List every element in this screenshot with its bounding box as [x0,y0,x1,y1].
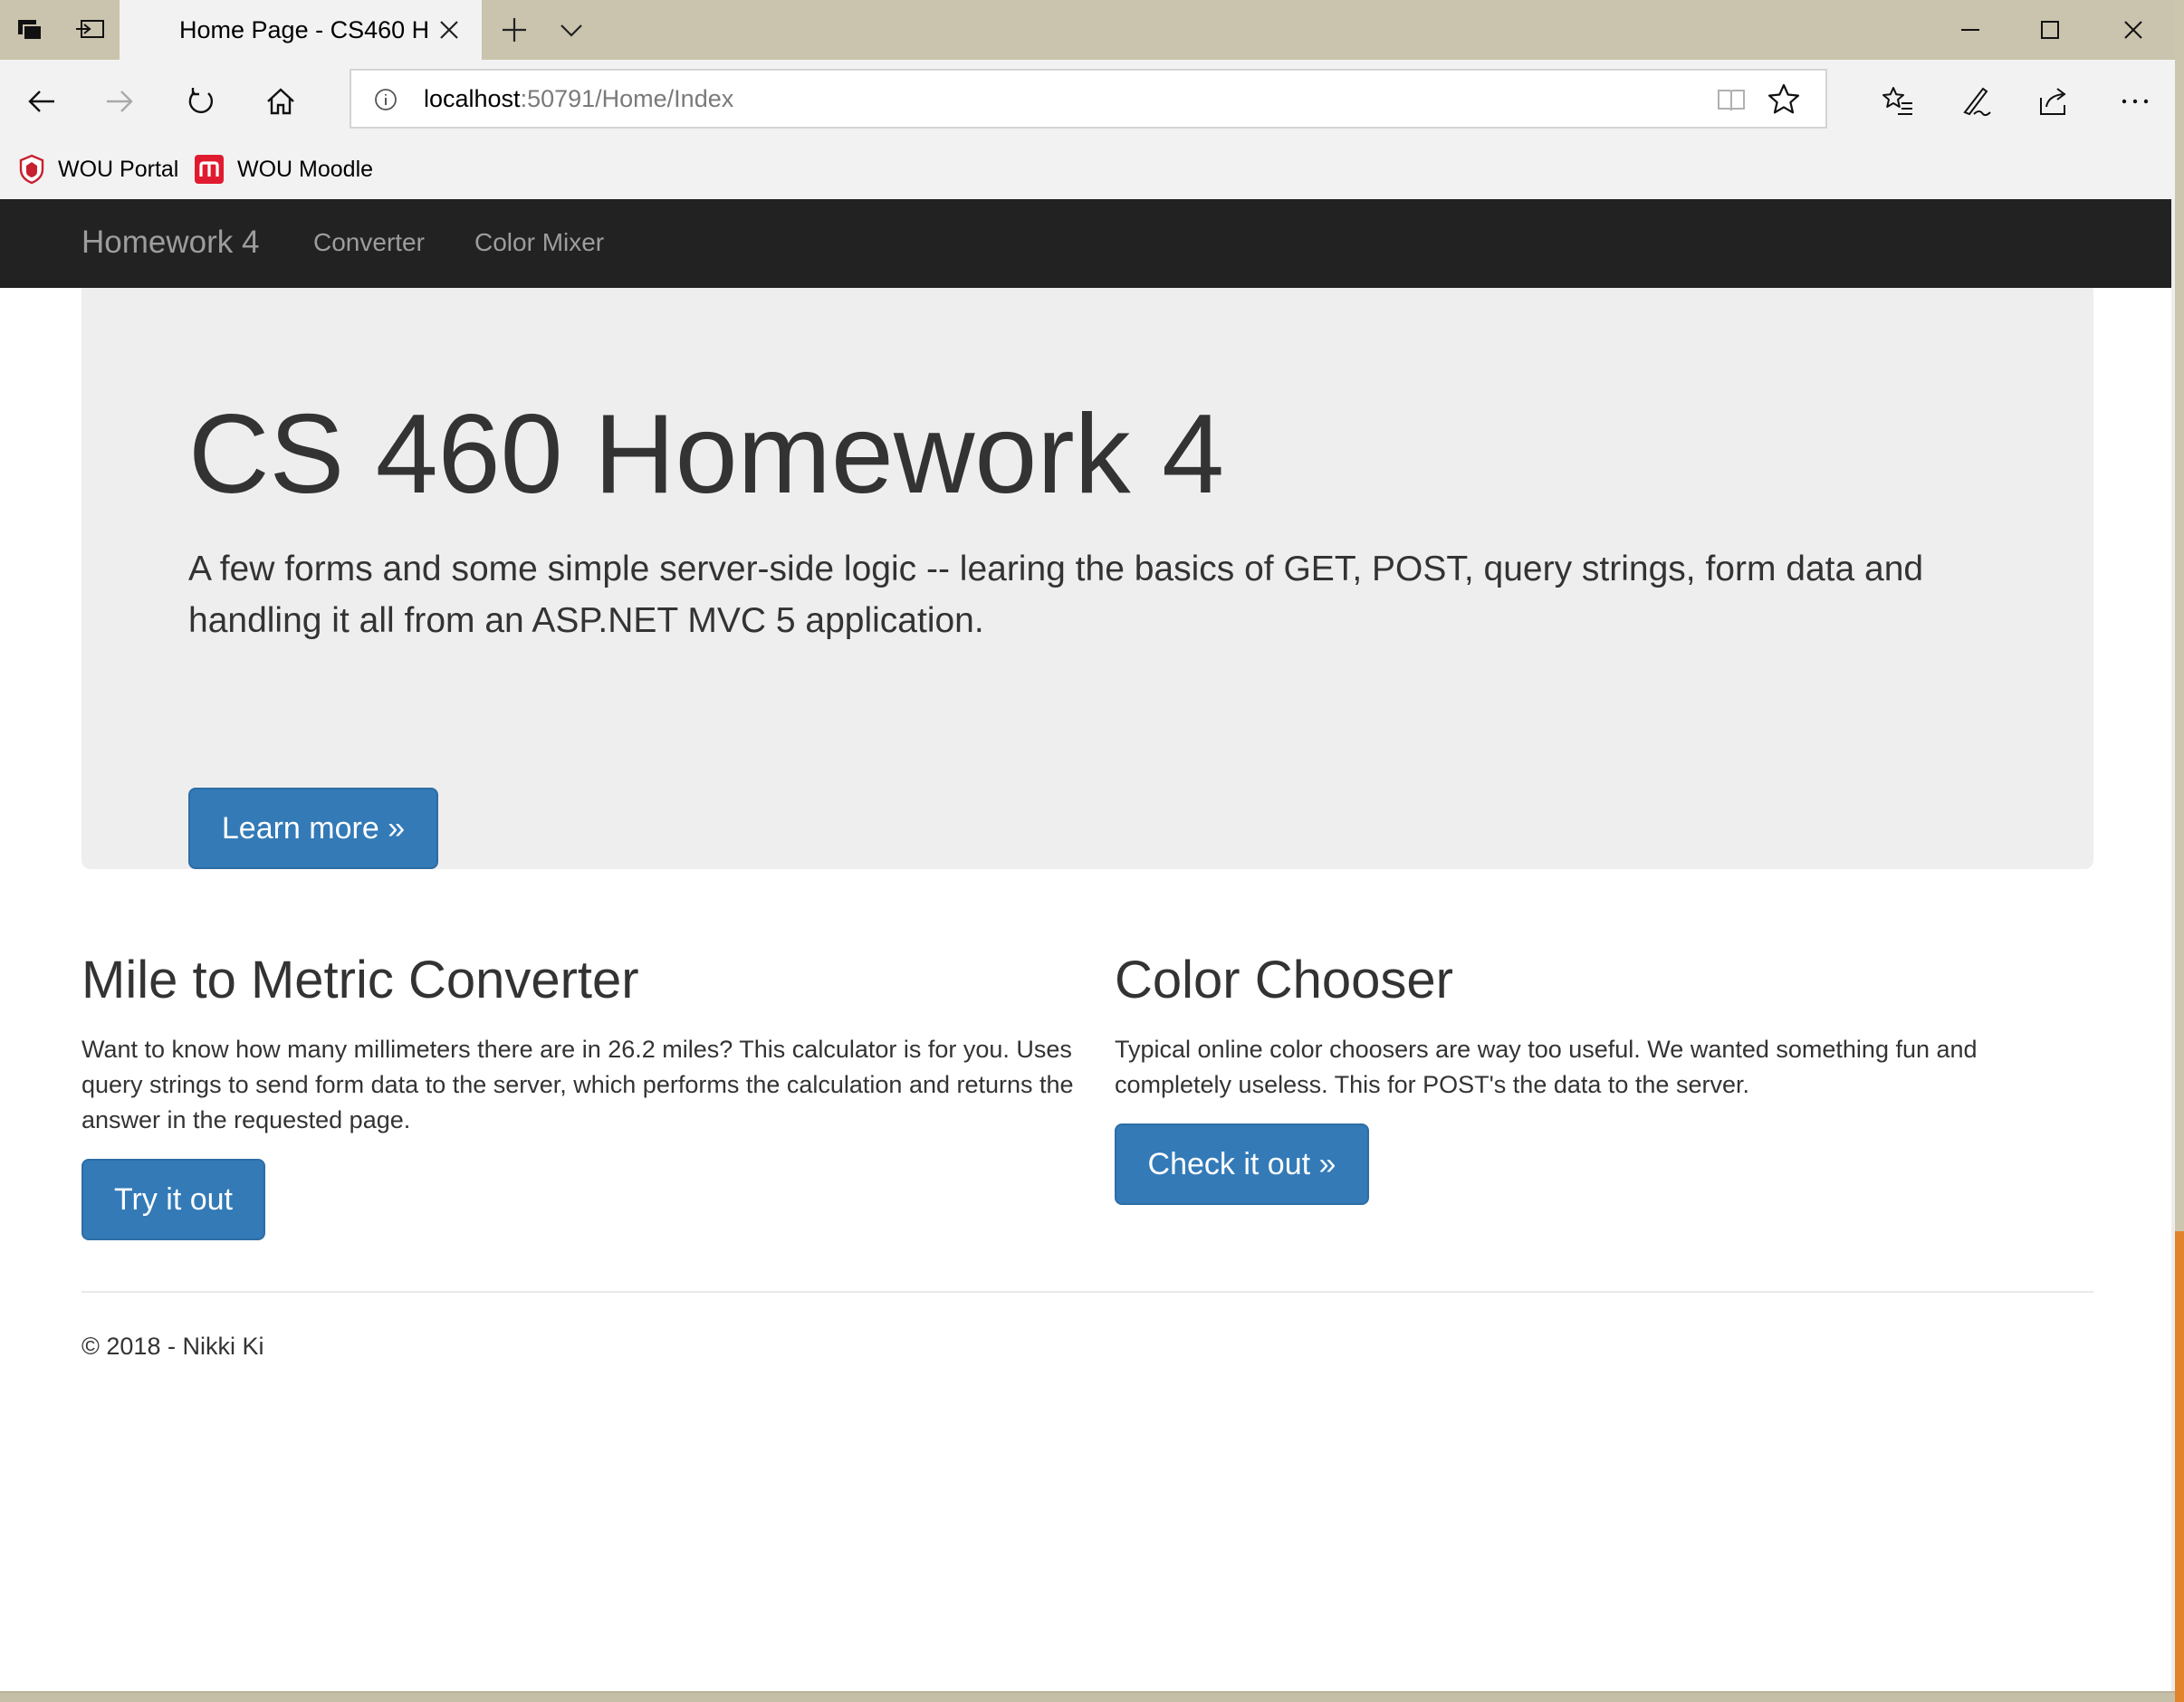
page-title: CS 460 Homework 4 [188,392,1225,517]
favorite-label: WOU Moodle [237,156,374,182]
nav-link-converter[interactable]: Converter [313,228,425,257]
url-host: localhost [424,85,521,112]
nav-link-color-mixer[interactable]: Color Mixer [474,228,604,257]
share-icon [2040,88,2066,115]
maximize-icon [2041,21,2059,39]
wou-portal-icon [19,154,44,185]
favorite-wou-portal[interactable]: WOU Portal [18,150,178,188]
forward-button[interactable] [94,76,145,127]
page-viewport: Homework 4 Converter Color Mixer CS 460 … [0,199,2173,1691]
url-path: :50791/Home/Index [520,85,734,112]
footer-copyright: © 2018 - Nikki Ki [81,1333,264,1360]
title-bar: Home Page - CS460 Ho [0,0,2175,60]
browser-window: Home Page - CS460 Ho localhost:50791/Hom… [0,0,2177,1693]
tab-home-page[interactable]: Home Page - CS460 Ho [120,0,482,60]
refresh-icon [188,88,214,114]
jumbotron: CS 460 Homework 4 A few forms and some s… [81,288,2093,869]
tab-title: Home Page - CS460 Ho [179,15,429,43]
chevron-down-icon[interactable] [551,14,592,45]
try-it-out-button[interactable]: Try it out [81,1159,265,1240]
lead-text: A few forms and some simple server-side … [188,550,1924,640]
more-dots-icon [2122,99,2149,104]
favorites-hub-button[interactable] [1873,76,1923,127]
favorite-label: WOU Portal [58,156,179,182]
maximize-button[interactable] [2008,0,2092,60]
color-chooser-description: Typical online color choosers are way to… [1115,1036,1978,1098]
more-button[interactable] [2110,76,2160,127]
web-note-button[interactable] [1950,76,2001,127]
converter-heading: Mile to Metric Converter [81,951,639,1009]
converter-description: Want to know how many millimeters there … [81,1036,1074,1133]
color-chooser-heading: Color Chooser [1115,951,1453,1009]
minimize-button[interactable] [1929,0,2012,60]
tabs-aside-icon[interactable] [0,0,60,60]
back-arrow-icon [28,91,54,112]
forward-arrow-icon [107,91,133,112]
close-tab-icon[interactable] [436,17,462,43]
reading-view-icon[interactable] [1715,83,1748,116]
info-icon[interactable] [373,87,398,112]
desktop-edge-accent [2175,1231,2184,1702]
wou-moodle-icon [195,155,224,184]
back-button[interactable] [16,76,67,127]
set-tabs-aside-icon[interactable] [60,0,120,60]
favorite-wou-moodle[interactable]: WOU Moodle [194,150,373,188]
favorites-bar: WOU Portal WOU Moodle [0,139,2175,199]
share-button[interactable] [2028,76,2079,127]
browser-toolbar: localhost:50791/Home/Index [0,60,2175,139]
check-it-out-button[interactable]: Check it out » [1115,1124,1369,1205]
favorite-star-icon[interactable] [1766,81,1802,118]
address-bar[interactable]: localhost:50791/Home/Index [350,69,1827,129]
favorites-list-icon [1882,87,1912,115]
footer-divider [81,1291,2093,1293]
home-button[interactable] [255,76,306,127]
close-window-button[interactable] [2092,0,2175,60]
home-icon [267,88,294,115]
minimize-icon [1961,29,1979,31]
pen-icon [1963,87,1991,117]
refresh-button[interactable] [176,76,226,127]
url-text: localhost:50791/Home/Index [424,85,733,113]
navbar-brand[interactable]: Homework 4 [81,225,259,261]
learn-more-button[interactable]: Learn more » [188,788,438,869]
site-navbar: Homework 4 Converter Color Mixer [0,199,2173,288]
close-icon [2124,21,2142,39]
new-tab-icon[interactable] [489,14,540,45]
